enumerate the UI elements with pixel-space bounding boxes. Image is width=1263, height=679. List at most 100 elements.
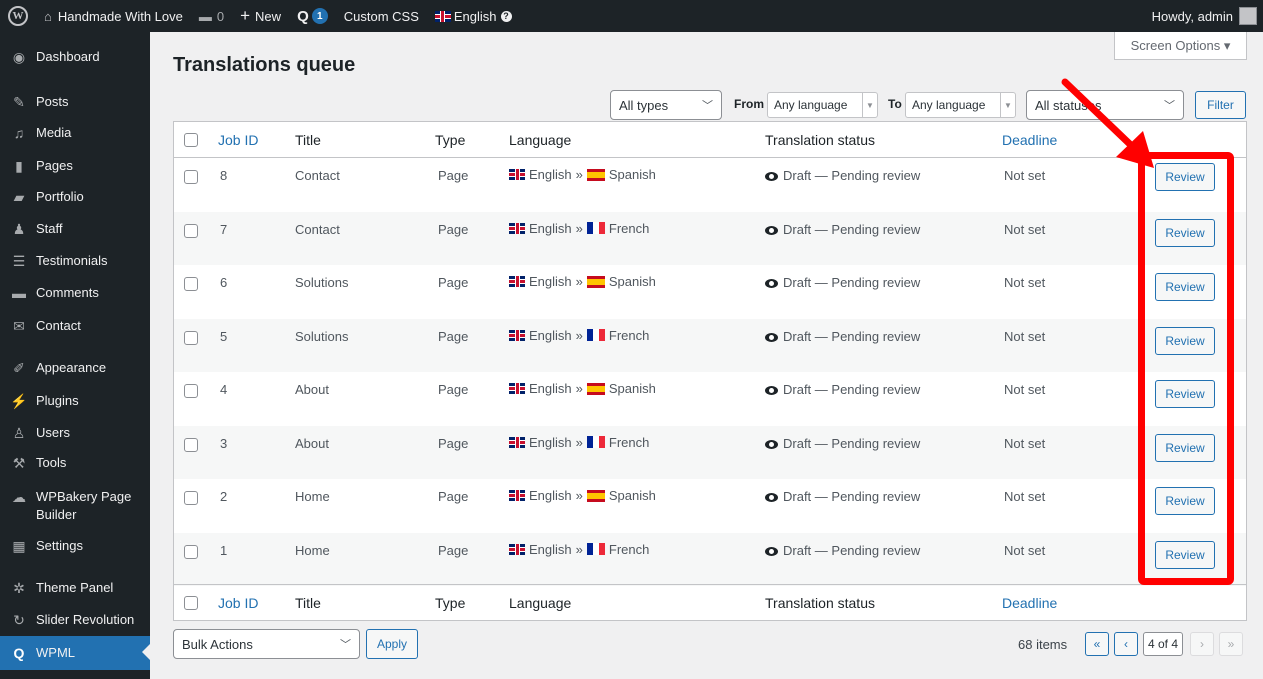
job-id: 1: [220, 542, 228, 558]
sidebar-item-testimonials[interactable]: ☰ Testimonials: [0, 252, 150, 270]
sidebar-item-users[interactable]: ♙ Users: [0, 424, 150, 442]
language-from: English: [529, 220, 572, 236]
sidebar-item-settings[interactable]: ▦ Settings: [0, 537, 150, 555]
france-flag-icon: [586, 543, 605, 555]
sidebar-item-label: WPBakery Page: [36, 489, 132, 504]
language-from: English: [529, 434, 572, 450]
status-filter-select[interactable]: All statuses ﹀: [1026, 90, 1184, 120]
separator: »: [575, 381, 583, 396]
job-status: Draft — Pending review: [765, 275, 920, 290]
home-icon: ⌂: [44, 8, 52, 24]
eye-icon: [765, 332, 778, 342]
first-page-button[interactable]: «: [1085, 632, 1109, 656]
job-status: Draft — Pending review: [765, 543, 920, 558]
prev-page-button[interactable]: ‹: [1114, 632, 1138, 656]
separator: »: [575, 488, 583, 503]
new-label: New: [255, 8, 282, 24]
sidebar-item-label: WPML: [36, 645, 75, 660]
question-icon: ?: [500, 10, 512, 22]
job-deadline: Not set: [1004, 489, 1046, 504]
row-checkbox[interactable]: [184, 170, 198, 184]
sidebar-item-wpml[interactable]: Q WPML: [0, 636, 150, 670]
sidebar-item-media[interactable]: ♫ Media: [0, 124, 150, 142]
language-switcher[interactable]: English ?: [427, 0, 520, 32]
filter-button[interactable]: Filter: [1195, 91, 1246, 119]
job-status-text: Draft — Pending review: [783, 221, 921, 237]
uk-flag-icon: [509, 490, 525, 501]
job-status-text: Draft — Pending review: [783, 542, 921, 558]
language-to: French: [608, 327, 650, 343]
sidebar-item-wpbakery[interactable]: ☁ WPBakery Page Builder: [0, 488, 150, 524]
column-footer-deadline[interactable]: Deadline: [1002, 595, 1057, 611]
select-all-checkbox-footer[interactable]: [184, 596, 198, 610]
sidebar-item-tools[interactable]: ⚒ Tools: [0, 454, 150, 472]
comment-icon: ▬: [12, 285, 26, 301]
job-id: 5: [220, 328, 228, 344]
uk-flag-icon: [509, 169, 525, 180]
avatar: [1239, 7, 1257, 25]
job-title: Home: [295, 542, 330, 558]
row-checkbox[interactable]: [184, 384, 198, 398]
site-name-link[interactable]: ⌂ Handmade With Love: [36, 0, 191, 32]
sidebar-item-dashboard[interactable]: ◉ Dashboard: [0, 48, 150, 66]
sidebar-item-staff[interactable]: ♟ Staff: [0, 220, 150, 238]
column-footer-status: Translation status: [765, 595, 875, 611]
select-all-checkbox[interactable]: [184, 133, 198, 147]
chevron-down-icon: ﹀: [702, 100, 713, 112]
comments-link[interactable]: ▬ 0: [191, 0, 232, 32]
column-header-deadline[interactable]: Deadline: [1002, 132, 1057, 148]
wordpress-logo-menu[interactable]: W: [0, 0, 36, 32]
wpbakery-icon: ☁: [12, 489, 26, 505]
new-content-menu[interactable]: + New: [232, 0, 289, 32]
job-status: Draft — Pending review: [765, 382, 920, 397]
language-from: English: [529, 167, 572, 182]
current-page-indicator[interactable]: 4 of 4: [1143, 632, 1184, 656]
user-icon: ♙: [12, 425, 26, 441]
custom-css-link[interactable]: Custom CSS: [336, 0, 427, 32]
highlight-box: [1138, 152, 1234, 585]
wpml-icon: Q: [13, 645, 25, 661]
job-deadline: Not set: [1004, 435, 1046, 451]
row-checkbox[interactable]: [184, 330, 198, 345]
sidebar-item-theme-panel[interactable]: ✲ Theme Panel: [0, 579, 150, 597]
row-checkbox[interactable]: [184, 277, 198, 291]
from-language-select[interactable]: Any language ▼: [767, 92, 878, 118]
mail-icon: ✉: [13, 318, 25, 334]
language-from: English: [529, 327, 572, 343]
screen-options-button[interactable]: Screen Options ▾: [1114, 32, 1247, 60]
sidebar-item-comments[interactable]: ▬ Comments: [0, 284, 150, 302]
column-footer-job-id[interactable]: Job ID: [218, 595, 258, 611]
job-language: English» Spanish: [509, 488, 656, 503]
table-row: 1 Home Page English» French Draft — Pendi…: [174, 532, 1246, 586]
language-to: French: [608, 434, 650, 450]
my-account-menu[interactable]: Howdy, admin: [1152, 7, 1263, 25]
row-checkbox[interactable]: [184, 223, 198, 238]
sidebar-item-posts[interactable]: ✎ Posts: [0, 93, 150, 111]
sidebar-item-plugins[interactable]: ⚡ Plugins: [0, 392, 150, 410]
eye-icon: [765, 172, 778, 182]
separator: »: [575, 220, 583, 236]
sidebar-item-pages[interactable]: ▮ Pages: [0, 157, 150, 175]
row-checkbox[interactable]: [184, 437, 198, 452]
bulk-actions-select[interactable]: Bulk Actions ﹀: [173, 629, 360, 659]
column-header-job-id[interactable]: Job ID: [218, 132, 258, 148]
row-checkbox[interactable]: [184, 544, 198, 559]
apply-button[interactable]: Apply: [366, 629, 418, 659]
sidebar-item-portfolio[interactable]: ▰ Portfolio: [0, 188, 150, 206]
sidebar-item-appearance[interactable]: ✐ Appearance: [0, 359, 150, 377]
type-filter-select[interactable]: All types ﹀: [610, 90, 722, 120]
job-language: English» French: [509, 328, 649, 343]
sidebar-item-label: Appearance: [36, 360, 107, 375]
sidebar-item-contact[interactable]: ✉ Contact: [0, 317, 150, 335]
row-checkbox[interactable]: [184, 491, 198, 505]
custom-css-label: Custom CSS: [343, 8, 419, 24]
sidebar-item-slider-revolution[interactable]: ↻ Slider Revolution: [0, 611, 150, 629]
uk-flag-icon: [509, 543, 525, 555]
language-from: English: [529, 274, 572, 289]
spain-flag-icon: [586, 275, 605, 288]
plugin-icon: ⚡: [10, 393, 28, 409]
page-icon: ▮: [15, 158, 23, 174]
to-language-select[interactable]: Any language ▼: [905, 92, 1016, 118]
wpml-menu[interactable]: Q 1: [289, 0, 336, 32]
job-status-text: Draft — Pending review: [783, 435, 921, 451]
